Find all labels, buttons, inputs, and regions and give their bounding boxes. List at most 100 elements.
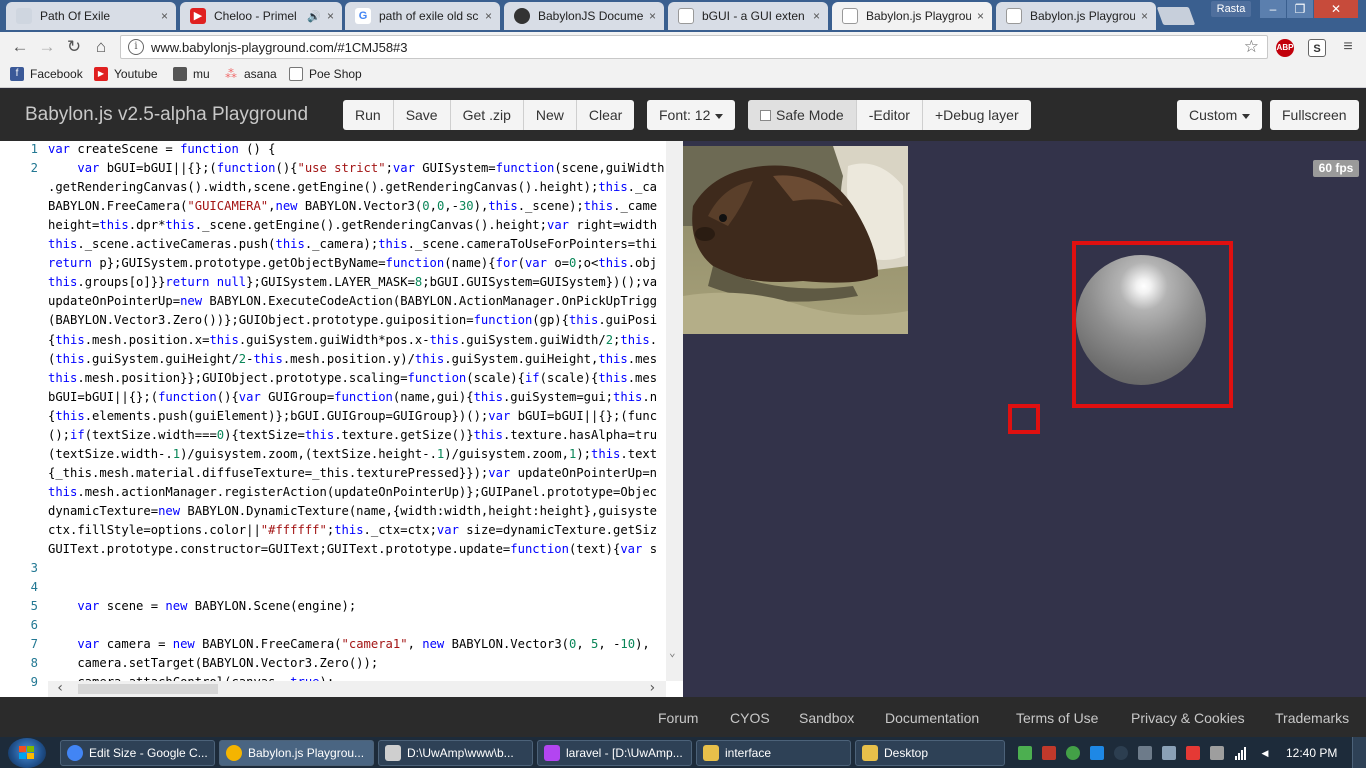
code-line[interactable]: ();if(textSize.width===0){textSize=this.…	[48, 428, 657, 442]
network-signal-icon[interactable]	[1234, 746, 1248, 760]
battery-icon[interactable]	[1210, 746, 1224, 760]
bookmark-asana[interactable]: ⁂ asana	[224, 67, 277, 81]
code-line[interactable]: GUIText.prototype.constructor=GUIText;GU…	[48, 542, 657, 556]
tray-icon-gray[interactable]	[1138, 746, 1152, 760]
close-icon[interactable]: ×	[161, 9, 168, 23]
maximize-button[interactable]: ❐	[1287, 0, 1313, 18]
audio-icon[interactable]: 🔊	[307, 10, 321, 23]
code-line[interactable]: {_this.mesh.material.diffuseTexture=_thi…	[48, 466, 657, 480]
new-button[interactable]: New	[523, 100, 577, 130]
tab-babylon-playground-active[interactable]: Babylon.js Playgrou ×	[832, 2, 992, 30]
safe-mode-toggle[interactable]: Safe Mode	[748, 100, 857, 130]
steam-icon[interactable]	[1114, 746, 1128, 760]
code-line[interactable]: this.mesh.actionManager.registerAction(u…	[48, 485, 657, 499]
close-icon[interactable]: ×	[813, 9, 820, 23]
forward-arrow-icon[interactable]: →	[37, 37, 57, 57]
footer-link-sandbox[interactable]: Sandbox	[799, 710, 854, 726]
code-line[interactable]: camera.setTarget(BABYLON.Vector3.Zero())…	[48, 656, 378, 670]
code-line[interactable]: this._scene.activeCameras.push(this._cam…	[48, 237, 657, 251]
new-tab-button[interactable]	[1156, 7, 1196, 25]
close-icon[interactable]: ×	[649, 9, 656, 23]
code-line[interactable]: ctx.fillStyle=options.color||"#ffffff";t…	[48, 523, 657, 537]
code-line[interactable]: this.mesh.position}};GUIObject.prototype…	[48, 371, 657, 385]
minimize-button[interactable]: –	[1260, 0, 1286, 18]
code-line[interactable]: BABYLON.FreeCamera("GUICAMERA",new BABYL…	[48, 199, 657, 213]
toggle-editor-button[interactable]: -Editor	[856, 100, 923, 130]
tray-icon-green[interactable]	[1018, 746, 1032, 760]
footer-link-terms[interactable]: Terms of Use	[1016, 710, 1098, 726]
vertical-scrollbar[interactable]: ⌄	[666, 141, 683, 681]
tab-bgui[interactable]: bGUI - a GUI exten ×	[668, 2, 828, 30]
code-line[interactable]: updateOnPointerUp=new BABYLON.ExecuteCod…	[48, 294, 657, 308]
code-line[interactable]: height=this.dpr*this._scene.getEngine().…	[48, 218, 657, 232]
profile-button[interactable]: Rasta	[1211, 1, 1251, 17]
code-line[interactable]: .getRenderingCanvas().width,scene.getEng…	[48, 180, 657, 194]
bookmark-facebook[interactable]: f Facebook	[10, 67, 83, 81]
adblock-icon[interactable]: ABP	[1276, 39, 1294, 57]
chevron-down-icon[interactable]: ⌄	[669, 646, 676, 659]
tab-cheloo[interactable]: ▶ Cheloo - Primel 🔊 ×	[180, 2, 342, 30]
horizontal-scrollbar[interactable]: ‹ ›	[48, 680, 666, 697]
window-close-button[interactable]: ✕	[1314, 0, 1358, 18]
taskbar-item-interface-folder[interactable]: interface	[696, 740, 851, 766]
run-button[interactable]: Run	[343, 100, 394, 130]
tray-icon-light[interactable]	[1162, 746, 1176, 760]
custom-dropdown[interactable]: Custom	[1177, 100, 1263, 130]
back-arrow-icon[interactable]: ←	[10, 37, 30, 57]
code-line[interactable]: this.groups[o]}}return null};GUISystem.L…	[48, 275, 657, 289]
custom-select[interactable]: Custom	[1177, 100, 1263, 130]
safe-mode-checkbox[interactable]	[760, 110, 771, 121]
tab-babylonjs-docs[interactable]: BabylonJS Docume ×	[504, 2, 664, 30]
taskbar-item-desktop-folder[interactable]: Desktop	[855, 740, 1005, 766]
footer-link-forum[interactable]: Forum	[658, 710, 698, 726]
show-desktop-button[interactable]	[1352, 737, 1366, 768]
close-icon[interactable]: ×	[1141, 9, 1148, 23]
address-bar[interactable]: i www.babylonjs-playground.com/#1CMJ58#3…	[120, 35, 1268, 59]
code-line[interactable]: var scene = new BABYLON.Scene(engine);	[48, 599, 356, 613]
footer-link-privacy[interactable]: Privacy & Cookies	[1131, 710, 1245, 726]
tab-babylon-playground[interactable]: Babylon.js Playgrou ×	[996, 2, 1156, 30]
code-line[interactable]: return p};GUISystem.prototype.getObjectB…	[48, 256, 657, 270]
tray-icon-red[interactable]	[1042, 746, 1056, 760]
extension-icon[interactable]: S	[1308, 39, 1326, 57]
tray-icon-blue[interactable]	[1090, 746, 1104, 760]
chevron-right-icon[interactable]: ›	[648, 680, 656, 696]
footer-link-trademarks[interactable]: Trademarks	[1275, 710, 1349, 726]
close-icon[interactable]: ×	[977, 9, 984, 23]
close-icon[interactable]: ×	[485, 9, 492, 23]
render-canvas[interactable]: 60 fps	[683, 141, 1366, 697]
taskbar-item-phpstorm[interactable]: laravel - [D:\UwAmp...	[537, 740, 692, 766]
reload-icon[interactable]: ↻	[64, 37, 84, 57]
tab-google-search[interactable]: G path of exile old sc ×	[345, 2, 500, 30]
bookmark-poe-shop[interactable]: Poe Shop	[289, 67, 362, 81]
info-icon[interactable]: i	[128, 39, 144, 55]
taskbar-item-notepad[interactable]: D:\UwAmp\www\b...	[378, 740, 533, 766]
bookmark-star-icon[interactable]: ☆	[1244, 37, 1259, 57]
code-line[interactable]: dynamicTexture=new BABYLON.DynamicTextur…	[48, 504, 657, 518]
code-line[interactable]: var createScene = function () {	[48, 142, 275, 156]
chevron-left-icon[interactable]: ‹	[56, 680, 64, 696]
menu-icon[interactable]: ≡	[1338, 37, 1358, 57]
font-dropdown[interactable]: Font: 12	[647, 100, 736, 130]
code-line[interactable]: (BABYLON.Vector3.Zero())};GUIObject.prot…	[48, 313, 657, 327]
code-line[interactable]: (this.guiSystem.guiHeight/2-this.mesh.po…	[48, 352, 657, 366]
get-zip-button[interactable]: Get .zip	[450, 100, 524, 130]
clear-button[interactable]: Clear	[576, 100, 635, 130]
bookmark-youtube[interactable]: ▶ Youtube	[94, 67, 158, 81]
flag-icon[interactable]	[1186, 746, 1200, 760]
code-line[interactable]: {this.mesh.position.x=this.guiSystem.gui…	[48, 333, 657, 347]
scrollbar-thumb[interactable]	[78, 684, 218, 694]
debug-layer-button[interactable]: +Debug layer	[922, 100, 1031, 130]
code-line[interactable]: {this.elements.push(guiElement)};bGUI.GU…	[48, 409, 657, 423]
taskbar-item-chrome-babylon[interactable]: Babylon.js Playgrou...	[219, 740, 374, 766]
tab-path-of-exile[interactable]: Path Of Exile ×	[6, 2, 176, 30]
footer-link-cyos[interactable]: CYOS	[730, 710, 770, 726]
home-icon[interactable]: ⌂	[91, 37, 111, 57]
footer-link-documentation[interactable]: Documentation	[885, 710, 979, 726]
volume-icon[interactable]: ◀	[1258, 746, 1272, 760]
url-text[interactable]: www.babylonjs-playground.com/#1CMJ58#3	[151, 40, 408, 55]
code-line[interactable]: bGUI=bGUI||{};(function(){var GUIGroup=f…	[48, 390, 657, 404]
code-line[interactable]: (textSize.width-.1)/guisystem.zoom,(text…	[48, 447, 657, 461]
taskbar-item-chrome-edit-size[interactable]: Edit Size - Google C...	[60, 740, 215, 766]
fullscreen-button[interactable]: Fullscreen	[1270, 100, 1359, 130]
